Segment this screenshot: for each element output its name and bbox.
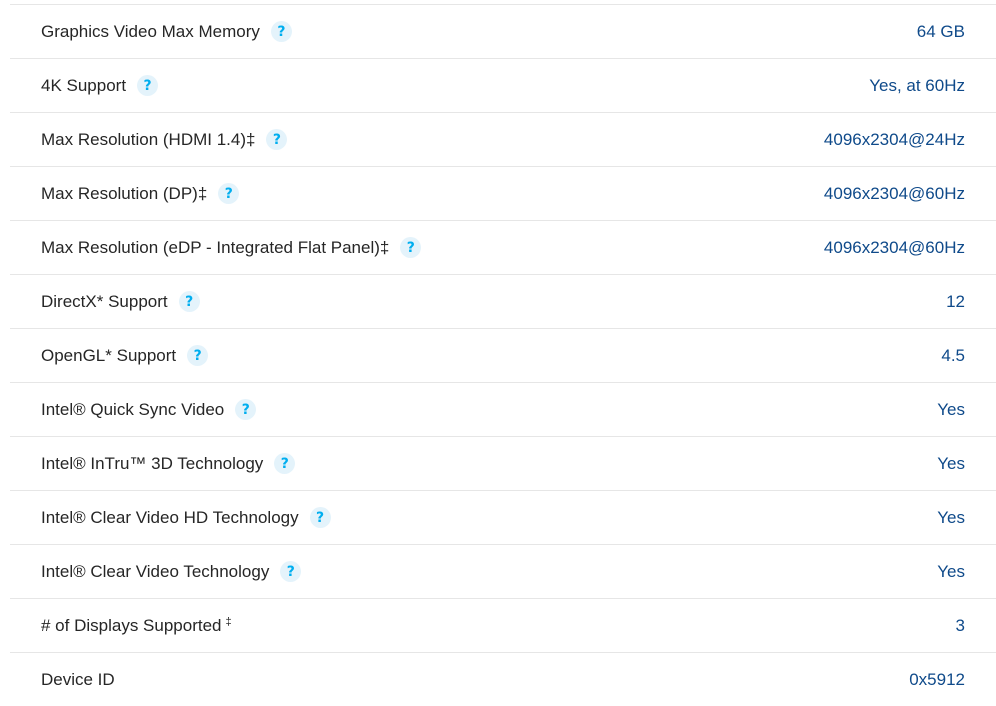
spec-value: Yes: [937, 399, 965, 419]
spec-value: Yes: [937, 561, 965, 581]
help-icon[interactable]: ?: [400, 237, 422, 258]
spec-label: Intel® Quick Sync Video ?: [41, 399, 257, 420]
help-icon[interactable]: ?: [137, 75, 159, 96]
spec-label-text: Intel® Quick Sync Video: [41, 399, 225, 419]
spec-label-text: OpenGL* Support: [41, 345, 177, 365]
spec-value: 4.5: [941, 345, 965, 365]
spec-row-4k-support: 4K Support ? Yes, at 60Hz: [10, 58, 996, 112]
help-icon[interactable]: ?: [187, 345, 209, 366]
spec-row-graphics-video-max-memory: Graphics Video Max Memory ? 64 GB: [10, 4, 996, 58]
spec-row-displays-supported: # of Displays Supported ‡ 3: [10, 598, 996, 652]
spec-value: 12: [946, 291, 965, 311]
spec-label-text: Max Resolution (HDMI 1.4)‡: [41, 129, 256, 149]
spec-label: Intel® Clear Video Technology ?: [41, 561, 302, 582]
spec-label: Max Resolution (eDP - Integrated Flat Pa…: [41, 237, 422, 258]
help-icon[interactable]: ?: [235, 399, 257, 420]
help-icon[interactable]: ?: [280, 561, 302, 582]
spec-label: Graphics Video Max Memory ?: [41, 21, 292, 42]
spec-label: 4K Support ?: [41, 75, 159, 96]
spec-row-directx-support: DirectX* Support ? 12: [10, 274, 996, 328]
spec-row-quick-sync-video: Intel® Quick Sync Video ? Yes: [10, 382, 996, 436]
help-icon[interactable]: ?: [266, 129, 288, 150]
help-icon[interactable]: ?: [218, 183, 240, 204]
spec-label: Intel® Clear Video HD Technology ?: [41, 507, 331, 528]
spec-label-text: Max Resolution (DP)‡: [41, 183, 208, 203]
spec-label: Device ID: [41, 670, 115, 690]
spec-value: Yes: [937, 507, 965, 527]
spec-label: Max Resolution (DP)‡ ?: [41, 183, 240, 204]
spec-row-opengl-support: OpenGL* Support ? 4.5: [10, 328, 996, 382]
spec-row-clear-video: Intel® Clear Video Technology ? Yes: [10, 544, 996, 598]
spec-value: Yes: [937, 453, 965, 473]
spec-label: DirectX* Support ?: [41, 291, 200, 312]
spec-row-intru-3d: Intel® InTru™ 3D Technology ? Yes: [10, 436, 996, 490]
spec-row-max-resolution-edp: Max Resolution (eDP - Integrated Flat Pa…: [10, 220, 996, 274]
spec-label-text: Device ID: [41, 669, 115, 689]
help-icon[interactable]: ?: [309, 507, 331, 528]
spec-row-max-resolution-dp: Max Resolution (DP)‡ ? 4096x2304@60Hz: [10, 166, 996, 220]
spec-label: Max Resolution (HDMI 1.4)‡ ?: [41, 129, 288, 150]
graphics-specs-table: Graphics Video Max Memory ? 64 GB 4K Sup…: [0, 0, 996, 698]
spec-label: Intel® InTru™ 3D Technology ?: [41, 453, 296, 474]
spec-label: OpenGL* Support ?: [41, 345, 209, 366]
spec-value: 64 GB: [916, 21, 965, 41]
spec-label-text: Graphics Video Max Memory: [41, 21, 260, 41]
help-icon[interactable]: ?: [178, 291, 200, 312]
spec-label-text: Intel® Clear Video Technology: [41, 561, 270, 581]
spec-label-text: # of Displays Supported: [41, 615, 222, 635]
spec-label-text: Intel® InTru™ 3D Technology: [41, 453, 264, 473]
spec-value: Yes, at 60Hz: [869, 75, 965, 95]
spec-label-text: Max Resolution (eDP - Integrated Flat Pa…: [41, 237, 390, 257]
help-icon[interactable]: ?: [270, 21, 292, 42]
spec-label-text: 4K Support: [41, 75, 127, 95]
spec-label: # of Displays Supported ‡: [41, 616, 232, 636]
spec-value: 4096x2304@24Hz: [823, 129, 965, 149]
spec-label-text: DirectX* Support: [41, 291, 168, 311]
spec-value: 4096x2304@60Hz: [823, 237, 965, 257]
spec-row-clear-video-hd: Intel® Clear Video HD Technology ? Yes: [10, 490, 996, 544]
spec-value: 4096x2304@60Hz: [823, 183, 965, 203]
spec-value: 3: [955, 615, 965, 635]
spec-row-max-resolution-hdmi: Max Resolution (HDMI 1.4)‡ ? 4096x2304@2…: [10, 112, 996, 166]
help-icon[interactable]: ?: [274, 453, 296, 474]
footnote-marker: ‡: [225, 615, 232, 628]
spec-value: 0x5912: [909, 669, 965, 689]
spec-label-text: Intel® Clear Video HD Technology: [41, 507, 299, 527]
